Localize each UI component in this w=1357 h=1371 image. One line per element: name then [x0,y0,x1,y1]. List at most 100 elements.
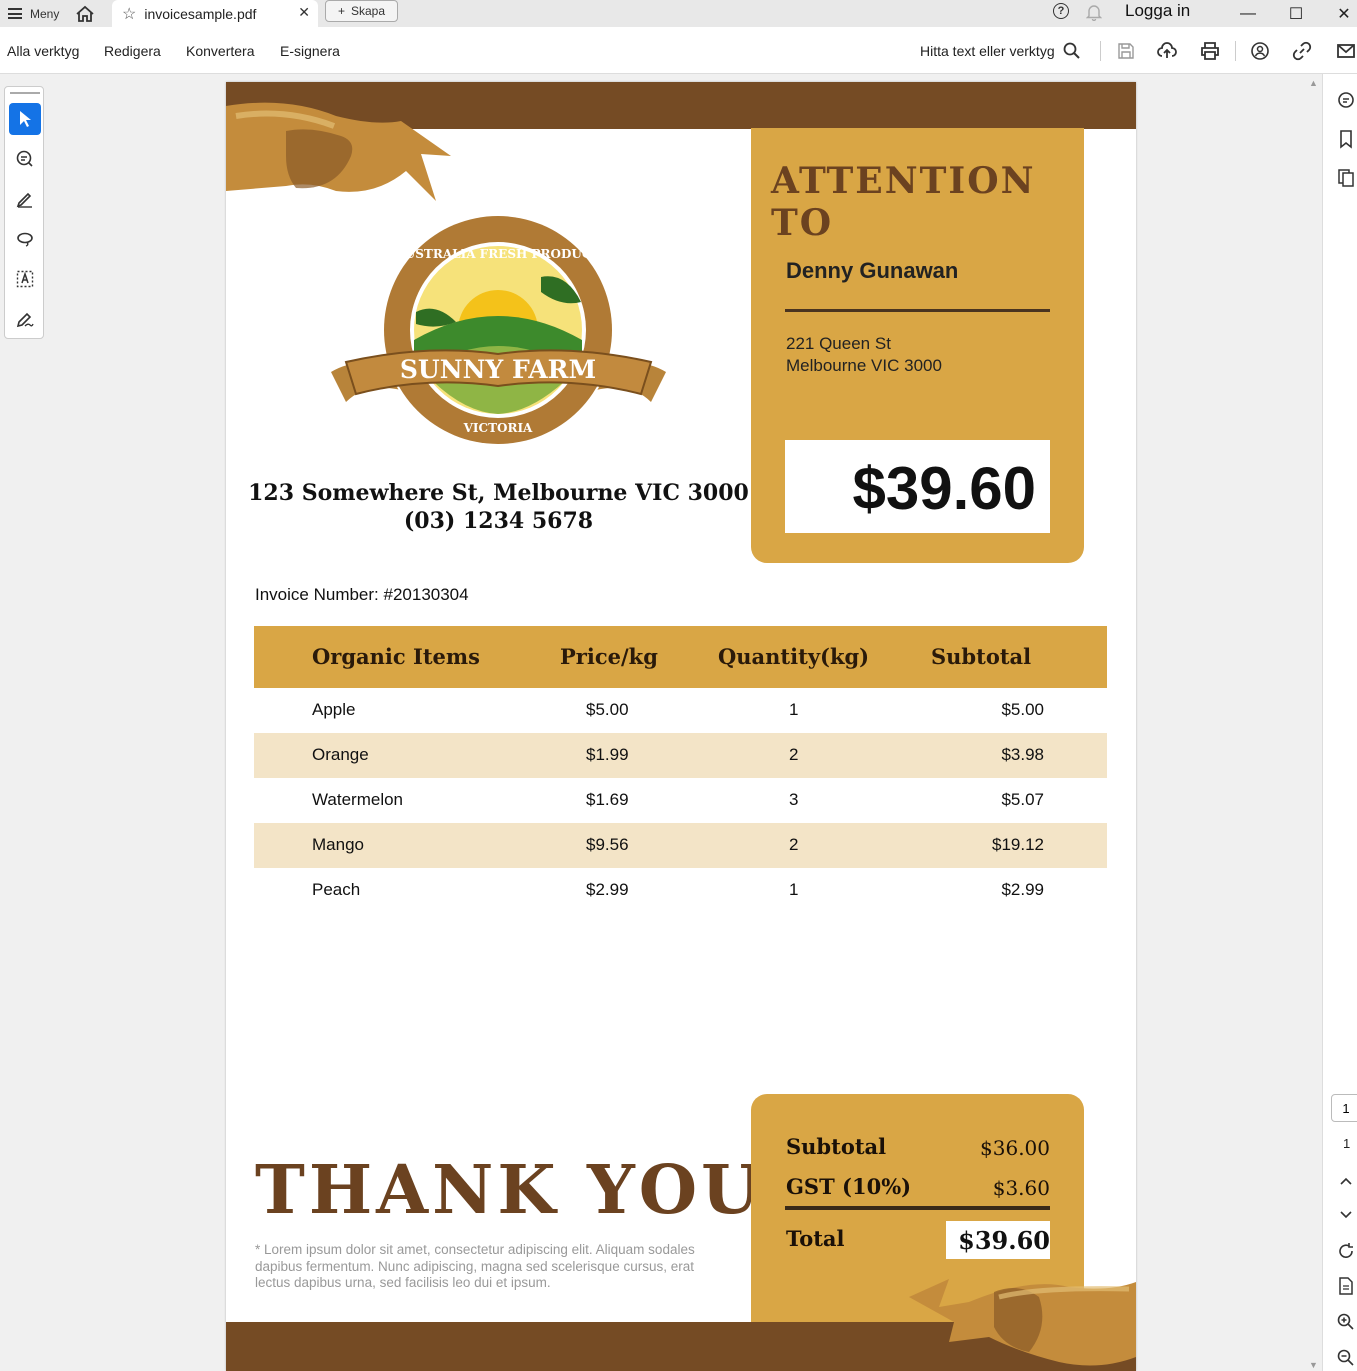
logo-top-text: AUSTRALIA FRESH PRODUCE [394,247,600,261]
plus-icon: + [337,4,345,18]
email-icon[interactable] [1336,41,1356,61]
item-price: $9.56 [586,835,629,854]
item-price: $2.99 [586,880,629,899]
zoom-in-icon[interactable] [1336,1312,1356,1332]
convert-menu[interactable]: Konvertera [186,43,254,59]
table-row: Peach $2.99 1 $2.99 [254,868,1107,913]
edit-menu[interactable]: Redigera [104,43,161,59]
amount-due-box: $39.60 [785,440,1050,533]
share-user-icon[interactable] [1250,41,1270,61]
scroll-up-arrow[interactable]: ▲ [1309,78,1318,88]
subtotal-value: $36.00 [980,1136,1050,1160]
divider [1235,41,1236,61]
company-phone: (03) 1234 5678 [403,508,594,534]
menu-label: Meny [30,6,60,21]
text-box-icon [16,270,34,288]
subtotal-label: Subtotal [786,1134,887,1159]
table-row: Watermelon $1.69 3 $5.07 [254,778,1107,823]
save-icon[interactable] [1116,41,1136,61]
column-header: Price/kg [560,644,658,669]
search-tools[interactable]: Hitta text eller verktyg [920,43,1055,59]
main-toolbar: Alla verktyg Redigera Konvertera E-signe… [0,27,1357,74]
pages-icon[interactable] [1336,168,1356,188]
page-number-input[interactable]: 1 [1331,1094,1357,1122]
help-icon[interactable]: ? [1053,3,1069,19]
comment-icon [16,150,33,167]
minimize-icon[interactable]: — [1228,0,1268,27]
table-row: Apple $5.00 1 $5.00 [254,688,1107,733]
comment-tool[interactable] [9,143,41,175]
search-icon[interactable] [1062,41,1082,61]
logo-name: SUNNY FARM [400,355,596,384]
all-tools-menu[interactable]: Alla verktyg [7,43,79,59]
item-subtotal: $5.00 [1001,700,1044,719]
menu-button[interactable]: Meny [0,0,67,27]
customer-address-line2: Melbourne VIC 3000 [786,356,942,375]
select-tool[interactable] [9,103,41,135]
chevron-down-icon[interactable] [1336,1204,1356,1224]
esign-menu[interactable]: E-signera [280,43,340,59]
star-icon[interactable]: ☆ [122,4,136,24]
sign-tool[interactable] [9,303,41,335]
item-quantity: 1 [789,880,799,899]
table-row: Orange $1.99 2 $3.98 [254,733,1107,778]
highlight-tool[interactable] [9,183,41,215]
bookmark-icon[interactable] [1336,129,1356,149]
item-name: Peach [312,880,361,899]
item-price: $5.00 [586,700,629,719]
item-name: Orange [312,745,369,764]
title-bar: Meny ☆ invoicesample.pdf ✕ + Skapa ? Log… [0,0,1357,27]
item-price: $1.99 [586,745,629,764]
zoom-out-icon[interactable] [1336,1348,1356,1368]
divider-line [785,1206,1050,1210]
scroll-down-arrow[interactable]: ▼ [1309,1360,1318,1370]
bell-icon[interactable] [1086,3,1102,21]
logo-bottom-text: VICTORIA [463,421,533,435]
tab-title: invoicesample.pdf [144,5,257,22]
item-quantity: 1 [789,700,799,719]
item-quantity: 2 [789,745,799,764]
close-tab-icon[interactable]: ✕ [298,4,310,21]
close-window-icon[interactable]: ✕ [1324,0,1357,27]
footnote-text: * Lorem ipsum dolor sit amet, consectetu… [255,1242,695,1290]
invoice-number: Invoice Number: #20130304 [255,585,469,604]
chevron-up-icon[interactable] [1336,1172,1356,1192]
login-button[interactable]: Logga in [1125,1,1190,21]
amount-due: $39.60 [852,455,1036,522]
new-tab-button[interactable]: + Skapa [325,0,398,22]
scroll-ribbon-decoration [226,102,451,201]
draw-tool[interactable] [9,223,41,255]
item-quantity: 2 [789,835,799,854]
table-header: Organic Items Price/kg Quantity(kg) Subt… [254,626,1107,688]
text-select-tool[interactable] [9,263,41,295]
home-button[interactable] [67,0,103,27]
right-panel-rail: 1 1 [1322,74,1357,1371]
rotate-icon[interactable] [1336,1241,1356,1261]
link-icon[interactable] [1292,41,1312,61]
items-table: Organic Items Price/kg Quantity(kg) Subt… [254,626,1107,913]
drag-handle[interactable] [10,92,40,94]
attention-title: ATTENTION TO [771,160,1036,244]
column-header: Organic Items [312,644,480,669]
pdf-page: SUNNY FARM AUSTRALIA FRESH PRODUCE VICTO… [226,82,1136,1371]
divider-line [785,309,1050,312]
column-header: Quantity(kg) [718,644,870,669]
item-subtotal: $5.07 [1001,790,1044,809]
comments-panel-icon[interactable] [1336,90,1356,110]
item-name: Mango [312,835,364,854]
gst-value: $3.60 [992,1176,1050,1200]
signature-pen-icon [16,312,34,328]
document-tab[interactable]: ☆ invoicesample.pdf ✕ [112,0,318,27]
item-name: Watermelon [312,790,404,809]
maximize-icon[interactable]: ☐ [1276,0,1316,27]
print-icon[interactable] [1200,41,1220,61]
item-quantity: 3 [789,790,799,809]
upload-cloud-icon[interactable] [1157,41,1177,61]
item-subtotal: $19.12 [992,835,1044,854]
document-info-icon[interactable] [1336,1276,1356,1296]
column-header: Subtotal [931,644,1032,669]
thank-you-heading: THANK YOU [255,1150,764,1229]
hamburger-icon [8,8,22,19]
item-price: $1.69 [586,790,629,809]
quick-tools-rail [4,86,44,339]
